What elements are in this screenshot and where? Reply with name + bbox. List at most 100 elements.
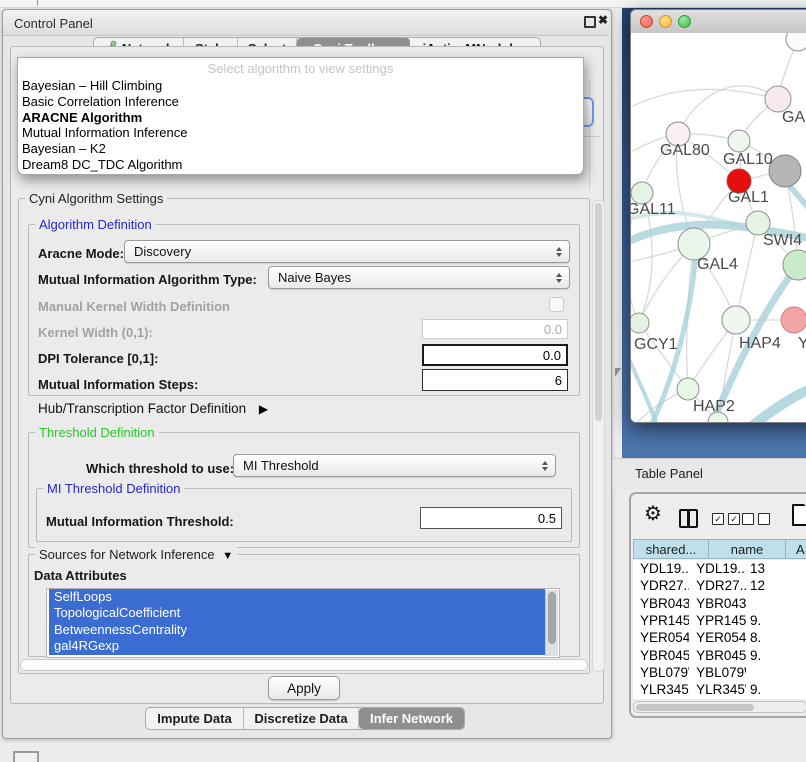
list-item[interactable]: BetweennessCentrality (49, 622, 545, 638)
column-header[interactable]: name (709, 539, 786, 559)
table-row[interactable]: YPR145WYPR145W9. (633, 612, 806, 629)
tab-discretize-data[interactable]: Discretize Data (244, 708, 359, 729)
table-cell[interactable]: 9. (746, 682, 806, 697)
list-item[interactable]: SelfLoops (49, 589, 545, 605)
settings-scrollbar[interactable] (592, 200, 605, 672)
close-button[interactable] (640, 15, 653, 28)
scrollbar-thumb[interactable] (595, 203, 602, 421)
network-node[interactable] (677, 378, 699, 400)
zoom-button[interactable] (678, 15, 691, 28)
apply-button[interactable]: Apply (268, 676, 340, 700)
select-all-icon[interactable]: ✓ ✓ (712, 513, 740, 525)
kernel-width-field[interactable] (422, 319, 568, 339)
horizontal-scrollbar[interactable] (20, 659, 588, 671)
network-node[interactable] (728, 130, 750, 152)
table-header-row: shared...nameA (633, 539, 806, 559)
table-cell[interactable]: YDR27... (689, 578, 746, 593)
network-graph: GALGAL80GAL10GAL1GAL11SWI4GAL4GCY1HAP4YH… (631, 33, 806, 423)
columns-icon[interactable] (679, 509, 698, 528)
table-row[interactable]: YDR27...YDR27...12 (633, 577, 806, 594)
algorithm-option[interactable]: Dream8 DC_TDC Algorithm (18, 157, 583, 173)
table-cell[interactable]: YBL079W (689, 665, 746, 680)
table-cell[interactable]: YDL19... (689, 561, 746, 576)
network-node[interactable] (786, 33, 806, 51)
table-cell[interactable]: 13 (746, 561, 806, 576)
table-cell[interactable]: YBL079W (633, 665, 689, 680)
scrollbar-thumb[interactable] (636, 704, 754, 711)
table-cell[interactable]: YDR27... (633, 578, 689, 593)
table-cell[interactable]: YBR045C (633, 648, 689, 663)
mi-threshold-field[interactable] (420, 507, 562, 529)
mi-type-combo[interactable]: Naive Bayes (268, 266, 570, 289)
table-cell[interactable]: YDL19... (633, 561, 689, 576)
which-threshold-label: Which threshold to use: (86, 461, 234, 476)
table-row[interactable]: YER054CYER054C8. (633, 629, 806, 646)
algorithm-option[interactable]: Bayesian – K2 (18, 141, 583, 157)
table-cell[interactable]: YLR345W (633, 682, 689, 697)
algorithm-option-selected[interactable]: ARACNE Algorithm (18, 110, 583, 126)
checked-box-icon: ✓ (728, 513, 740, 525)
table-row[interactable]: YBR043CYBR043C (633, 595, 806, 612)
aracne-mode-label: Aracne Mode: (38, 246, 124, 261)
table-row[interactable]: YLR345WYLR345W9. (633, 681, 806, 698)
table-cell[interactable]: 9. (746, 613, 806, 628)
table-cell[interactable]: 9. (746, 648, 806, 663)
button-label: Apply (287, 681, 321, 696)
gear-icon[interactable]: ⚙ (644, 504, 662, 524)
table-cell[interactable]: YBR043C (633, 596, 689, 611)
network-canvas[interactable]: GALGAL80GAL10GAL1GAL11SWI4GAL4GCY1HAP4YH… (631, 33, 806, 423)
algorithm-option[interactable]: Mutual Information Inference (18, 125, 583, 141)
column-header[interactable]: shared... (633, 539, 709, 559)
deselect-all-icon[interactable] (742, 513, 770, 525)
sources-expander[interactable]: Sources for Network Inference ▼ (35, 547, 237, 562)
aracne-mode-combo[interactable]: Discovery (124, 240, 570, 263)
top-divider-strip (0, 0, 806, 8)
table-cell[interactable]: YER054C (689, 630, 746, 645)
table-row[interactable]: YBL079WYBL079W (633, 664, 806, 681)
network-window-titlebar[interactable] (631, 10, 806, 34)
table-row[interactable]: YIL052CYIL052C9 (633, 698, 806, 699)
hub-factor-expander[interactable]: Hub/Transcription Factor Definition ▶ (38, 401, 268, 416)
group-title: Cyni Algorithm Settings (25, 191, 167, 206)
minimize-button[interactable] (659, 15, 672, 28)
collapsed-arrow-icon: ▶ (259, 402, 268, 416)
control-panel-title: Control Panel (14, 16, 93, 31)
table-row[interactable]: YDL19...YDL19...13 (633, 560, 806, 577)
network-view-window[interactable]: GALGAL80GAL10GAL1GAL11SWI4GAL4GCY1HAP4YH… (630, 9, 806, 423)
table-cell[interactable]: YLR345W (689, 682, 746, 697)
column-header[interactable]: A (786, 539, 806, 559)
which-threshold-combo[interactable]: MI Threshold (233, 454, 556, 477)
table-cell[interactable]: YER054C (633, 630, 689, 645)
manual-kernel-checkbox[interactable] (549, 297, 564, 312)
mi-steps-field[interactable] (422, 369, 568, 391)
table-cell[interactable]: YPR145W (633, 613, 689, 628)
algorithm-option[interactable]: Basic Correlation Inference (18, 94, 583, 110)
tab-infer-network[interactable]: Infer Network (359, 708, 464, 729)
table-cell[interactable]: 8. (746, 630, 806, 645)
list-item[interactable]: TopologicalCoefficient (49, 605, 545, 621)
network-node[interactable] (781, 307, 806, 333)
minimized-panel-icon[interactable] (13, 751, 39, 762)
network-node[interactable] (769, 155, 801, 187)
dpi-tolerance-field[interactable] (422, 344, 568, 366)
table-horizontal-scrollbar[interactable] (633, 701, 806, 713)
close-icon[interactable]: ✖ (598, 13, 608, 27)
table-cell[interactable]: YPR145W (689, 613, 746, 628)
tab-impute-data[interactable]: Impute Data (146, 708, 244, 729)
table-cell[interactable]: YBR045C (689, 648, 746, 663)
data-attributes-label: Data Attributes (34, 568, 127, 583)
document-icon[interactable] (792, 504, 806, 526)
table-cell[interactable]: YBR043C (689, 596, 746, 611)
network-node[interactable] (722, 306, 750, 334)
table-cell[interactable]: 12 (746, 578, 806, 593)
table-row[interactable]: YBR045CYBR045C9. (633, 646, 806, 663)
algorithm-option[interactable]: Bayesian – Hill Climbing (18, 78, 583, 94)
list-scrollbar[interactable] (545, 590, 558, 656)
mi-type-label: Mutual Information Algorithm Type: (38, 272, 257, 287)
list-item[interactable]: gal4RGexp (49, 638, 545, 654)
splitter-handle[interactable] (615, 368, 621, 377)
control-panel-titlebar[interactable] (3, 10, 609, 36)
network-node[interactable] (631, 313, 649, 333)
float-window-icon[interactable] (584, 16, 596, 28)
scrollbar-thumb[interactable] (548, 592, 556, 644)
